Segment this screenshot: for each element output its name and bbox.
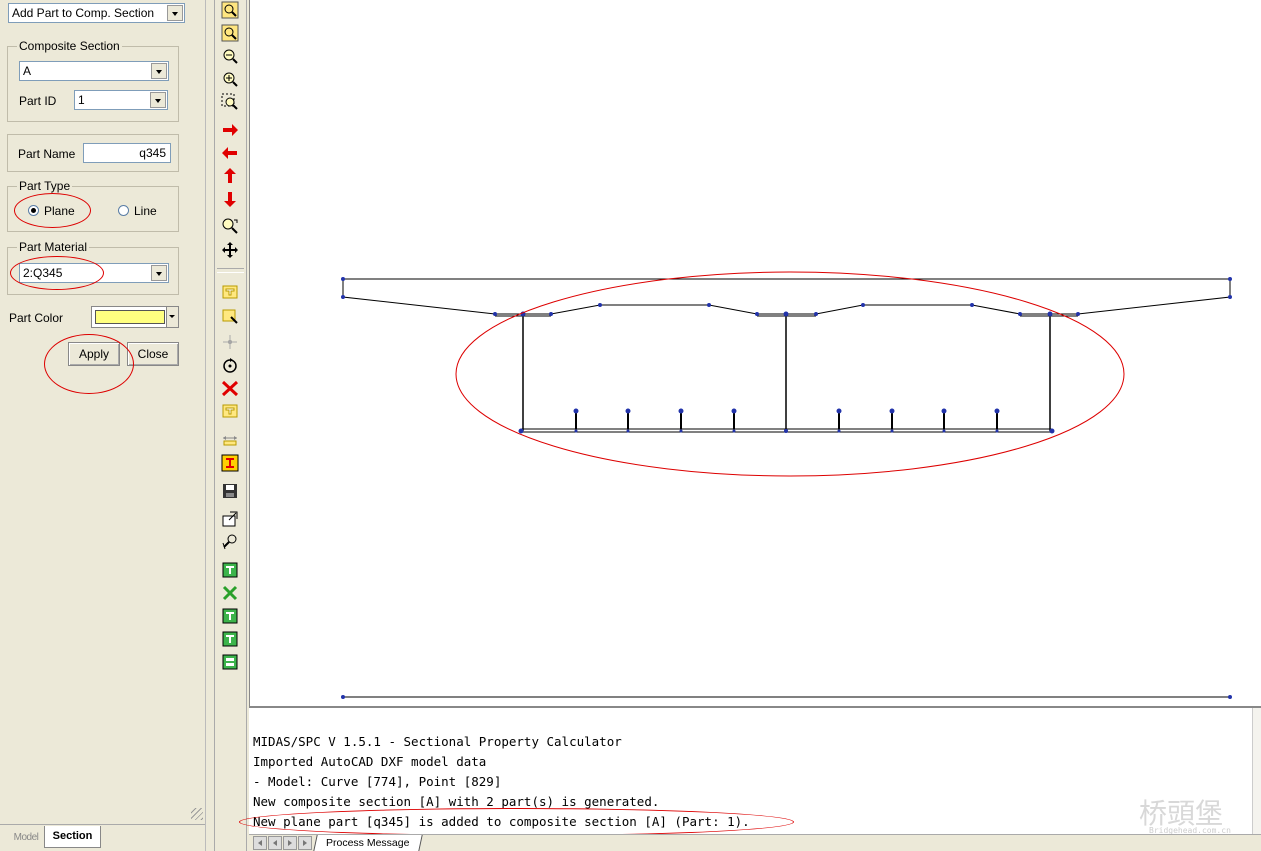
splitter[interactable] — [205, 0, 214, 851]
color-swatch — [95, 310, 165, 324]
zoom-dynamic-icon[interactable] — [221, 217, 239, 235]
rotate-icon[interactable] — [221, 356, 239, 374]
line-radio[interactable] — [118, 205, 129, 216]
composite-section-legend: Composite Section — [17, 39, 122, 53]
part-type-legend: Part Type — [17, 179, 73, 193]
part-material-value: 2:Q345 — [23, 266, 63, 280]
drawing-canvas[interactable] — [249, 0, 1261, 706]
plane-radio[interactable] — [28, 205, 39, 216]
move-icon[interactable] — [221, 241, 239, 259]
first-tab-icon[interactable] — [253, 836, 267, 850]
part-id-label: Part ID — [19, 94, 57, 108]
section-table-icon[interactable] — [221, 653, 239, 671]
close-button[interactable]: Close — [127, 342, 179, 366]
section-edit-icon[interactable] — [221, 307, 239, 325]
pan-right-icon[interactable] — [221, 121, 239, 139]
chevron-down-icon[interactable] — [150, 92, 166, 108]
chevron-down-icon[interactable] — [167, 5, 183, 21]
tab-model[interactable]: Model — [8, 830, 44, 846]
zoom-region-icon[interactable] — [221, 93, 239, 111]
part-id-select[interactable]: 1 — [74, 90, 168, 110]
part-name-group: Part Name q345 — [7, 134, 179, 172]
view-toolbar — [214, 0, 247, 851]
dimension-icon[interactable] — [221, 430, 239, 448]
tab-section[interactable]: Section — [44, 826, 101, 848]
section-panel: Add Part to Comp. Section Composite Sect… — [0, 0, 205, 851]
save-icon[interactable] — [221, 482, 239, 500]
message-scrollbar[interactable] — [1252, 708, 1261, 834]
part-name-input[interactable]: q345 — [83, 143, 171, 163]
query-icon[interactable] — [221, 533, 239, 551]
chevron-down-icon[interactable] — [151, 63, 167, 79]
process-message-panel: MIDAS/SPC V 1.5.1 - Sectional Property C… — [239, 706, 1261, 836]
tab-process-message-label: Process Message — [326, 837, 410, 849]
message-line: Imported AutoCAD DXF model data — [253, 754, 487, 769]
message-line: MIDAS/SPC V 1.5.1 - Sectional Property C… — [253, 734, 622, 749]
message-line: New composite section [A] with 2 part(s)… — [253, 794, 660, 809]
tab-process-message[interactable]: Process Message — [313, 835, 423, 851]
next-tab-icon[interactable] — [283, 836, 297, 850]
composite-section-group: Composite Section A Part ID 1 — [7, 39, 179, 122]
apply-button[interactable]: Apply — [68, 342, 120, 366]
export-icon[interactable] — [221, 510, 239, 528]
section-copy-icon[interactable] — [221, 402, 239, 420]
composite-section-value: A — [23, 64, 32, 78]
toolbar-divider — [217, 268, 244, 273]
pan-up-icon[interactable] — [221, 167, 239, 185]
section-property-icon[interactable] — [221, 607, 239, 625]
pan-left-icon[interactable] — [221, 144, 239, 162]
section-calc-icon[interactable] — [221, 630, 239, 648]
prev-tab-icon[interactable] — [268, 836, 282, 850]
pan-down-icon[interactable] — [221, 190, 239, 208]
section-drawing — [341, 271, 1232, 699]
message-line: - Model: Curve [774], Point [829] — [253, 774, 502, 789]
part-material-select[interactable]: 2:Q345 — [19, 263, 169, 283]
plane-radio-label[interactable]: Plane — [44, 204, 75, 218]
message-tabs: Process Message — [249, 834, 1261, 851]
ibeam-icon[interactable] — [221, 454, 239, 472]
section-green-icon[interactable] — [221, 561, 239, 579]
mode-select[interactable]: Add Part to Comp. Section — [8, 3, 185, 23]
composite-section-select[interactable]: A — [19, 61, 169, 81]
snap-point-icon[interactable] — [221, 333, 239, 351]
chevron-down-icon[interactable] — [151, 265, 167, 281]
delete-icon[interactable] — [221, 379, 239, 397]
panel-tabs: Model Section — [0, 824, 205, 851]
part-material-group: Part Material 2:Q345 — [7, 240, 179, 295]
delete-section-icon[interactable] — [221, 584, 239, 602]
part-color-label: Part Color — [9, 311, 64, 325]
mode-select-value: Add Part to Comp. Section — [12, 6, 155, 20]
part-color-picker[interactable] — [91, 306, 179, 328]
message-line: New plane part [q345] is added to compos… — [253, 814, 750, 829]
chevron-down-icon[interactable] — [166, 307, 178, 327]
zoom-fit-icon[interactable] — [221, 1, 239, 19]
part-id-value: 1 — [78, 93, 85, 107]
part-name-label: Part Name — [18, 147, 76, 161]
zoom-in-icon[interactable] — [221, 70, 239, 88]
resize-grip[interactable] — [191, 808, 203, 820]
part-type-group: Part Type Plane Line — [7, 179, 179, 232]
section-icon[interactable] — [221, 283, 239, 301]
zoom-out-icon[interactable] — [221, 47, 239, 65]
line-radio-label[interactable]: Line — [134, 204, 157, 218]
part-material-legend: Part Material — [17, 240, 90, 254]
zoom-window-icon[interactable] — [221, 24, 239, 42]
last-tab-icon[interactable] — [298, 836, 312, 850]
